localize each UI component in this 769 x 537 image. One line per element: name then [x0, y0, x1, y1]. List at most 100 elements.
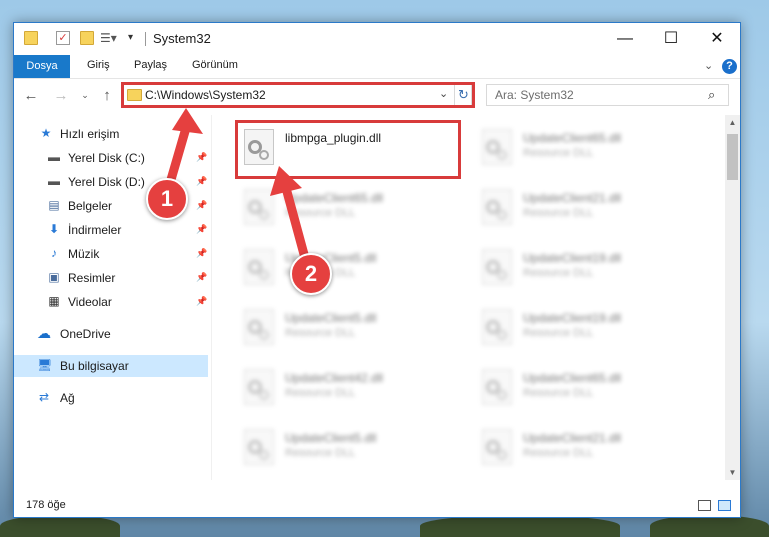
- search-box[interactable]: Ara: System32 ⌕: [486, 84, 729, 106]
- video-icon: ▦: [48, 294, 60, 308]
- tab-file[interactable]: Dosya: [14, 55, 70, 78]
- details-view-icon[interactable]: [698, 500, 711, 511]
- pin-icon[interactable]: 📌: [196, 200, 207, 211]
- dll-file-icon: [244, 189, 274, 225]
- drive-icon: ▬: [48, 174, 60, 188]
- window-title: System32: [153, 31, 211, 46]
- file-item[interactable]: UpdateClient21.dll Resource DLL: [474, 423, 704, 479]
- file-item[interactable]: UpdateClient42.dll Resource DLL: [236, 363, 466, 419]
- pin-icon[interactable]: 📌: [196, 224, 207, 235]
- file-highlight-box: [235, 120, 461, 179]
- scroll-down-icon[interactable]: ▼: [725, 465, 740, 480]
- documents-icon: ▤: [48, 198, 60, 212]
- new-folder-icon[interactable]: [80, 31, 94, 45]
- help-icon[interactable]: ?: [722, 59, 737, 74]
- file-type: Resource DLL: [285, 207, 356, 219]
- pin-icon[interactable]: 📌: [196, 272, 207, 283]
- sidebar-item-music[interactable]: ♪ Müzik 📌: [14, 243, 208, 265]
- dll-file-icon: [482, 369, 512, 405]
- file-name: UpdateClient5.dll: [285, 311, 377, 325]
- dll-file-icon: [482, 309, 512, 345]
- file-type: Resource DLL: [285, 387, 356, 399]
- title-bar: ✓ ☰▾ ▾ System32 — ☐ ✕: [14, 23, 740, 55]
- file-name: UpdateClient19.dll: [523, 251, 622, 265]
- file-item[interactable]: UpdateClient19.dll Resource DLL: [474, 303, 704, 359]
- ribbon-expand-icon[interactable]: ⌄: [704, 59, 713, 72]
- pin-icon[interactable]: 📌: [196, 152, 207, 163]
- sidebar-item-label: Videolar: [68, 295, 112, 309]
- sidebar-item-label: Bu bilgisayar: [60, 359, 129, 373]
- pin-icon[interactable]: 📌: [196, 176, 207, 187]
- explorer-window: ✓ ☰▾ ▾ System32 — ☐ ✕ Dosya Giriş Paylaş…: [13, 22, 741, 518]
- file-type: Resource DLL: [523, 147, 594, 159]
- dll-file-icon: [244, 249, 274, 285]
- sidebar-item-this-pc[interactable]: 🖥 Bu bilgisayar: [14, 355, 208, 377]
- customize-toolbar-icon[interactable]: ☰▾: [100, 31, 117, 45]
- pin-icon[interactable]: 📌: [196, 248, 207, 259]
- sidebar-item-disk-c[interactable]: ▬ Yerel Disk (C:) 📌: [14, 147, 208, 169]
- quick-access-dropdown-icon[interactable]: ▾: [128, 31, 142, 45]
- file-item[interactable]: UpdateClient5.dll Resource DLL: [236, 303, 466, 359]
- sidebar-item-label: Yerel Disk (D:): [68, 175, 145, 189]
- scroll-up-icon[interactable]: ▲: [725, 115, 740, 130]
- file-item[interactable]: UpdateClient5.dll Resource DLL: [236, 243, 466, 299]
- wallpaper-foliage: [420, 515, 620, 537]
- file-name: UpdateClient65.dll: [523, 131, 622, 145]
- file-item[interactable]: UpdateClient19.dll Resource DLL: [474, 243, 704, 299]
- tab-home[interactable]: Giriş: [87, 59, 110, 71]
- status-bar: 178 öğe: [14, 490, 740, 517]
- minimize-button[interactable]: —: [602, 23, 648, 55]
- wallpaper-foliage: [0, 515, 120, 537]
- file-name: UpdateClient65.dll: [523, 371, 622, 385]
- sidebar-item-label: Ağ: [60, 391, 75, 405]
- navigation-bar: ← → ⌄ ↑ C:\Windows\System32 ⌄ ↻ Ara: Sys…: [14, 79, 740, 113]
- sidebar-item-downloads[interactable]: ⬇ İndirmeler 📌: [14, 219, 208, 241]
- dll-file-icon: [244, 429, 274, 465]
- file-item[interactable]: UpdateClient65.dll Resource DLL: [474, 363, 704, 419]
- address-highlight-box: [121, 82, 475, 108]
- file-item[interactable]: UpdateClient65.dll Resource DLL: [474, 123, 704, 179]
- drive-icon: ▬: [48, 150, 60, 164]
- close-button[interactable]: ✕: [694, 23, 740, 55]
- sidebar-item-label: Yerel Disk (C:): [68, 151, 145, 165]
- file-type: Resource DLL: [285, 327, 356, 339]
- dll-file-icon: [244, 309, 274, 345]
- pictures-icon: ▣: [48, 270, 60, 284]
- file-item[interactable]: UpdateClient65.dll Resource DLL: [236, 183, 466, 239]
- file-item[interactable]: UpdateClient5.dll Resource DLL: [236, 423, 466, 479]
- search-placeholder: Ara: System32: [495, 88, 574, 102]
- pin-icon[interactable]: 📌: [196, 296, 207, 307]
- maximize-button[interactable]: ☐: [648, 23, 694, 55]
- back-button[interactable]: ←: [22, 87, 40, 104]
- sidebar-item-network[interactable]: ⇄ Ağ: [14, 387, 208, 409]
- file-type: Resource DLL: [523, 387, 594, 399]
- file-item[interactable]: UpdateClient21.dll Resource DLL: [474, 183, 704, 239]
- navigation-pane: ★ Hızlı erişim ▬ Yerel Disk (C:) 📌 ▬ Yer…: [14, 115, 208, 480]
- music-icon: ♪: [51, 246, 57, 260]
- large-icons-view-icon[interactable]: [718, 500, 731, 511]
- scrollbar-thumb[interactable]: [727, 134, 738, 180]
- step-2-badge: 2: [290, 253, 332, 295]
- search-icon[interactable]: ⌕: [708, 87, 715, 103]
- vertical-scrollbar[interactable]: ▲ ▼: [725, 115, 740, 480]
- sidebar-item-onedrive[interactable]: ☁ OneDrive: [14, 323, 208, 345]
- file-name: UpdateClient19.dll: [523, 311, 622, 325]
- item-count: 178 öğe: [26, 499, 66, 511]
- recent-locations-icon[interactable]: ⌄: [76, 90, 94, 101]
- up-button[interactable]: ↑: [98, 87, 116, 104]
- star-icon: ★: [40, 126, 52, 140]
- title-separator: [145, 32, 146, 46]
- sidebar-item-pictures[interactable]: ▣ Resimler 📌: [14, 267, 208, 289]
- sidebar-item-videos[interactable]: ▦ Videolar 📌: [14, 291, 208, 313]
- wallpaper-foliage: [650, 515, 769, 537]
- tab-share[interactable]: Paylaş: [134, 59, 167, 71]
- file-name: UpdateClient42.dll: [285, 371, 384, 385]
- sidebar-item-quick-access[interactable]: ★ Hızlı erişim: [14, 123, 208, 145]
- tab-view[interactable]: Görünüm: [192, 59, 238, 71]
- forward-button[interactable]: →: [52, 87, 70, 104]
- properties-icon[interactable]: ✓: [56, 31, 70, 45]
- sidebar-item-label: Müzik: [68, 247, 100, 261]
- sidebar-item-label: Resimler: [68, 271, 116, 285]
- file-name: UpdateClient21.dll: [523, 191, 622, 205]
- file-type: Resource DLL: [285, 447, 356, 459]
